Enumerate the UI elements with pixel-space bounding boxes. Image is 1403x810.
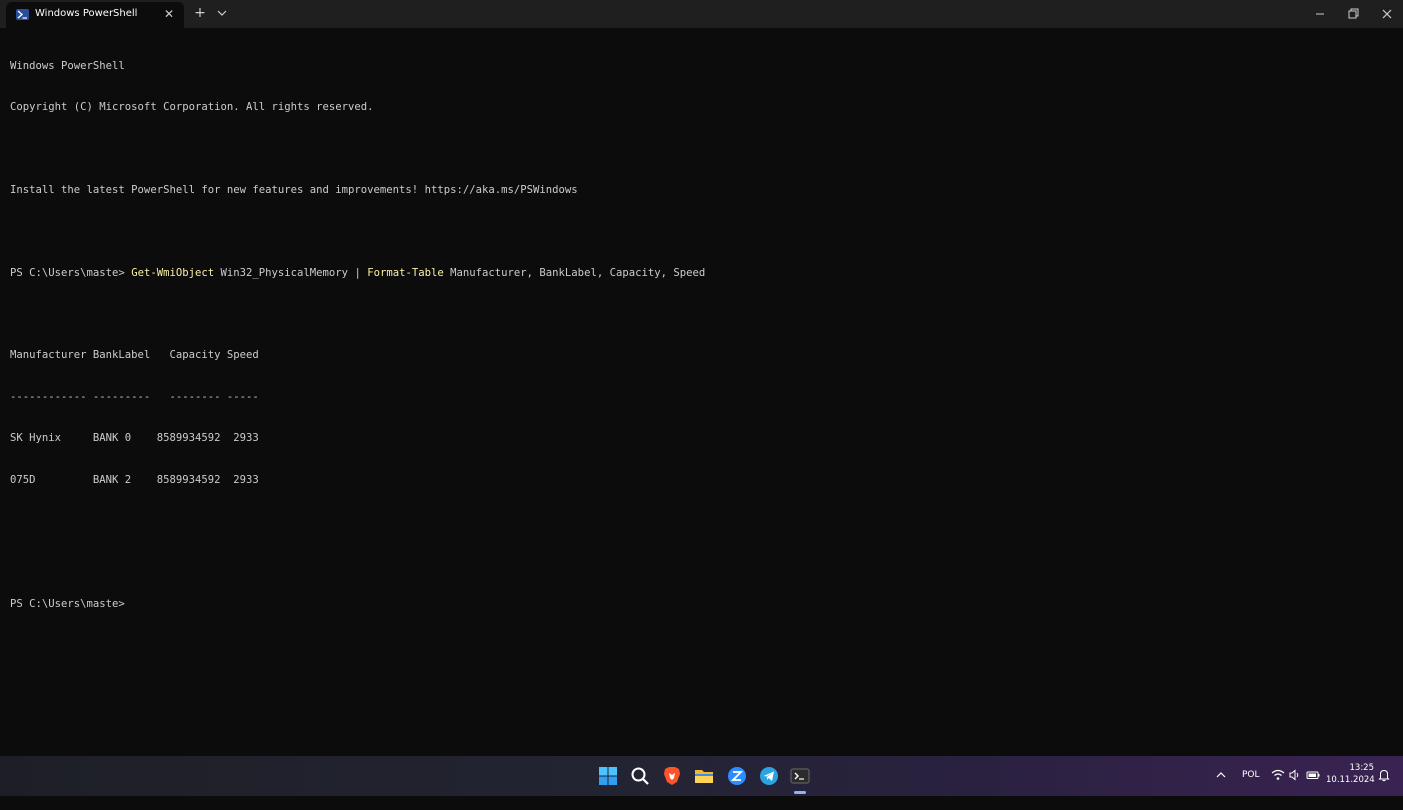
prompt: PS C:\Users\maste> [10,266,132,279]
restore-icon[interactable] [1343,4,1363,24]
cmdlet: Get-WmiObject [131,266,215,279]
powershell-icon [16,9,29,20]
language-indicator[interactable]: POL [1242,770,1260,810]
install-line: Install the latest PowerShell for new fe… [10,183,578,196]
clock-time[interactable]: 13:25 [1340,763,1375,773]
active-app-indicator [794,791,806,794]
command-line: PS C:\Users\maste> Get-WmiObject Win32_P… [10,267,1390,281]
brave-browser-icon[interactable] [661,765,683,787]
table-row: 075D BANK 2 8589934592 2933 [10,473,259,486]
argument: Manufacturer, BankLabel, Capacity, Speed [443,266,706,279]
title-bar: Windows PowerShell ✕ + [0,0,1403,28]
telegram-icon[interactable] [758,765,780,787]
pipe-operator: | [354,266,368,279]
close-window-icon[interactable] [1377,4,1397,24]
chevron-down-icon[interactable] [214,5,230,21]
table-row: SK Hynix BANK 0 8589934592 2933 [10,432,259,445]
clock-date[interactable]: 10.11.2024 [1326,775,1375,785]
search-icon[interactable] [629,765,651,787]
wifi-icon[interactable] [1270,767,1286,783]
close-tab-icon[interactable]: ✕ [161,6,177,22]
tab-windows-powershell[interactable]: Windows PowerShell ✕ [6,2,184,28]
argument: Win32_PhysicalMemory [214,266,355,279]
terminal-output[interactable]: Windows PowerShell Copyright (C) Microso… [10,32,1390,747]
battery-icon[interactable] [1305,767,1321,783]
final-prompt[interactable]: PS C:\Users\maste> [10,598,1390,612]
new-tab-icon[interactable]: + [192,5,208,21]
minimize-icon[interactable] [1310,4,1330,24]
table-separator: ------------ --------- -------- ----- [10,390,259,403]
notification-bell-icon[interactable] [1376,767,1392,783]
chevron-up-icon[interactable] [1212,766,1230,784]
file-explorer-icon[interactable] [693,765,715,787]
terminal-icon[interactable] [789,765,811,787]
copyright-line: Copyright (C) Microsoft Corporation. All… [10,100,374,113]
app-icon[interactable] [726,765,748,787]
table-header: Manufacturer BankLabel Capacity Speed [10,349,259,362]
windows-start-icon[interactable] [597,765,619,787]
volume-icon[interactable] [1287,767,1303,783]
tab-title: Windows PowerShell [35,8,138,19]
powershell-window: Windows PowerShell ✕ + Windows PowerShel [0,0,1403,756]
banner-line: Windows PowerShell [10,59,125,72]
taskbar: POL 13:25 10.11.2024 [0,756,1403,796]
cmdlet: Format-Table [367,266,444,279]
